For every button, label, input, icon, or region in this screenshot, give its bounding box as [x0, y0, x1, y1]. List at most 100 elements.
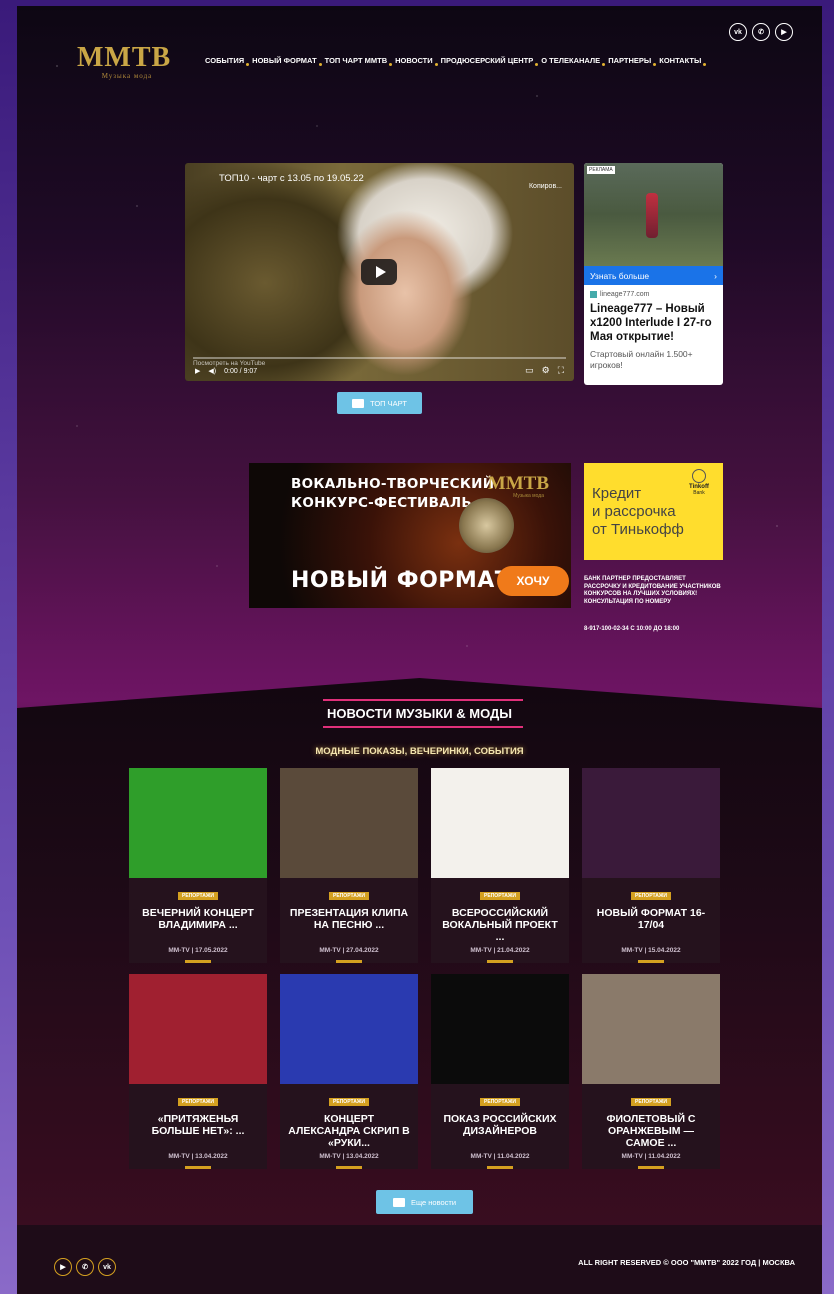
tinkoff-ad[interactable]: Tinkoff Bank Кредит и рассрочка от Тиньк…	[584, 463, 723, 560]
news-section-subtitle: МОДНЫЕ ПОКАЗЫ, ВЕЧЕРИНКИ, СОБЫТИЯ	[315, 746, 524, 757]
watch-on-youtube-link[interactable]: Посмотреть на YouTube	[193, 360, 265, 367]
vk-icon[interactable]: vk	[98, 1258, 116, 1276]
tinkoff-logo: Tinkoff Bank	[685, 469, 713, 496]
whatsapp-icon[interactable]: ✆	[752, 23, 770, 41]
ad-description: Стартовый онлайн 1.500+ игроков!	[590, 349, 693, 370]
news-card-tag[interactable]: РЕПОРТАЖИ	[329, 1098, 369, 1106]
news-card-tag[interactable]: РЕПОРТАЖИ	[480, 1098, 520, 1106]
fullscreen-icon[interactable]: ⛶	[558, 365, 564, 376]
news-card-tag[interactable]: РЕПОРТАЖИ	[631, 892, 671, 900]
news-card-title[interactable]: «ПРИТЯЖЕНЬЯ БОЛЬШЕ НЕТ»: ...	[129, 1106, 267, 1150]
news-card-meta: MM-TV | 13.04.2022	[319, 1153, 379, 1160]
news-card-title[interactable]: ФИОЛЕТОВЫЙ С ОРАНЖЕВЫМ — САМОЕ ...	[582, 1106, 720, 1150]
more-news-label: Еще новости	[410, 1197, 457, 1207]
lineage-ad[interactable]: РЕКЛАМА Узнать больше › lineage777.com L…	[584, 163, 723, 385]
news-card-title[interactable]: ПОКАЗ РОССИЙСКИХ ДИЗАЙНЕРОВ	[431, 1106, 569, 1150]
video-time: 0:00 / 9:07	[224, 367, 258, 375]
news-card-image[interactable]	[431, 974, 569, 1084]
banner-heading: ВОКАЛЬНО-ТВОРЧЕСКИЙ КОНКУРС-ФЕСТИВАЛЬ	[291, 475, 494, 513]
nav-item-events[interactable]: СОБЫТИЯ	[201, 56, 250, 66]
ad-title[interactable]: Lineage777 – Новый x1200 Interlude I 27-…	[584, 300, 723, 346]
ad-character	[646, 193, 658, 238]
vk-icon[interactable]: vk	[729, 23, 747, 41]
news-card-title[interactable]: ВЕЧЕРНИЙ КОНЦЕРТ ВЛАДИМИРА ...	[129, 900, 267, 944]
news-card-image[interactable]	[129, 768, 267, 878]
ad-learn-more-label: Узнать больше	[590, 270, 650, 281]
site-logo[interactable]: MMTB Музыка мода	[77, 42, 177, 81]
video-controls-right: ▭ ⚙ ⛶	[525, 365, 564, 376]
news-title-top-line	[323, 699, 523, 701]
tinkoff-logo-sub: Bank	[693, 490, 705, 496]
nav-item-about[interactable]: О ТЕЛЕКАНАЛЕ	[537, 56, 606, 66]
video-player[interactable]: ТОП10 - чарт с 13.05 по 19.05.22 Копиров…	[185, 163, 574, 381]
video-progress-bar[interactable]	[193, 357, 566, 359]
ad-badge: РЕКЛАМА	[587, 166, 615, 174]
tinkoff-text-3: от Тинькофф	[592, 521, 684, 538]
news-card-underline	[487, 1166, 513, 1169]
top-chart-button[interactable]: ТОП ЧАРТ	[337, 392, 422, 414]
news-card[interactable]: РЕПОРТАЖИ «ПРИТЯЖЕНЬЯ БОЛЬШЕ НЕТ»: ... MM-…	[129, 974, 267, 1169]
logo-subtext: Музыка мода	[101, 72, 153, 80]
news-card-image[interactable]	[280, 768, 418, 878]
news-card-title[interactable]: ВСЕРОССИЙСКИЙ ВОКАЛЬНЫЙ ПРОЕКТ ...	[431, 900, 569, 944]
play-icon[interactable]	[361, 259, 397, 285]
ad-image[interactable]: РЕКЛАМА	[584, 163, 723, 266]
ad-learn-more-button[interactable]: Узнать больше ›	[584, 266, 723, 285]
news-card-image[interactable]	[582, 768, 720, 878]
news-card-image[interactable]	[431, 768, 569, 878]
news-card-title[interactable]: НОВЫЙ ФОРМАТ 16-17/04	[582, 900, 720, 944]
play-control-icon[interactable]: ▶	[195, 367, 200, 375]
news-card-tag[interactable]: РЕПОРТАЖИ	[631, 1098, 671, 1106]
more-news-button[interactable]: Еще новости	[376, 1190, 473, 1214]
news-card-tag[interactable]: РЕПОРТАЖИ	[178, 1098, 218, 1106]
header-social-links: vk ✆ ▶	[729, 23, 793, 41]
video-title[interactable]: ТОП10 - чарт с 13.05 по 19.05.22	[219, 173, 364, 184]
news-section-title: НОВОСТИ МУЗЫКИ & МОДЫ	[326, 706, 513, 721]
news-title-bottom-line	[323, 726, 523, 728]
copyright-text: ALL RIGHT RESERVED © ООО "ММТВ" 2022 ГОД…	[578, 1258, 795, 1267]
news-card[interactable]: РЕПОРТАЖИ ФИОЛЕТОВЫЙ С ОРАНЖЕВЫМ — САМОЕ …	[582, 974, 720, 1169]
copy-link-button[interactable]: Копиров...	[529, 183, 562, 190]
nav-item-contacts[interactable]: КОНТАКТЫ	[655, 56, 707, 66]
subtitles-icon[interactable]: ▭	[525, 365, 534, 376]
nav-item-producer-center[interactable]: ПРОДЮСЕРСКИЙ ЦЕНТР	[437, 56, 538, 66]
youtube-icon[interactable]: ▶	[775, 23, 793, 41]
news-card-image[interactable]	[129, 974, 267, 1084]
volume-icon[interactable]: ◀)	[208, 367, 216, 375]
nav-item-partners[interactable]: ПАРТНЕРЫ	[604, 56, 657, 66]
news-card[interactable]: РЕПОРТАЖИ ПРЕЗЕНТАЦИЯ КЛИПА НА ПЕСНЮ ... M…	[280, 768, 418, 963]
news-card-meta: MM-TV | 27.04.2022	[319, 947, 379, 954]
bank-partner-text: БАНК ПАРТНЕР ПРЕДОСТАВЛЯЕТ РАССРОЧКУ И К…	[584, 576, 721, 605]
want-button[interactable]: ХОЧУ	[497, 566, 569, 596]
news-card[interactable]: РЕПОРТАЖИ НОВЫЙ ФОРМАТ 16-17/04 MM-TV | 15…	[582, 768, 720, 963]
nav-item-top-chart[interactable]: ТОП ЧАРТ ММТВ	[321, 56, 393, 66]
news-card-title[interactable]: КОНЦЕРТ АЛЕКСАНДРА СКРИП В «РУКИ...	[280, 1106, 418, 1150]
footer-social-links: ▶ ✆ vk	[54, 1258, 116, 1276]
logo-text: MMTB	[77, 42, 172, 73]
news-card-meta: MM-TV | 21.04.2022	[470, 947, 530, 954]
top-chart-label: ТОП ЧАРТ	[370, 398, 407, 408]
whatsapp-icon[interactable]: ✆	[76, 1258, 94, 1276]
news-card[interactable]: РЕПОРТАЖИ ВЕЧЕРНИЙ КОНЦЕРТ ВЛАДИМИРА ... M…	[129, 768, 267, 963]
new-format-banner[interactable]: ВОКАЛЬНО-ТВОРЧЕСКИЙ КОНКУРС-ФЕСТИВАЛЬ MM…	[249, 463, 571, 608]
news-card-title[interactable]: ПРЕЗЕНТАЦИЯ КЛИПА НА ПЕСНЮ ...	[280, 900, 418, 944]
youtube-icon[interactable]: ▶	[54, 1258, 72, 1276]
banner-format-title: НОВЫЙ ФОРМАТ	[291, 568, 511, 593]
list-icon	[352, 398, 365, 408]
bank-phone: 8-917-100-02-34 С 10:00 ДО 18:00	[584, 626, 680, 632]
news-card[interactable]: РЕПОРТАЖИ КОНЦЕРТ АЛЕКСАНДРА СКРИП В «РУК…	[280, 974, 418, 1169]
microphone-icon	[459, 498, 514, 553]
news-card-tag[interactable]: РЕПОРТАЖИ	[329, 892, 369, 900]
news-card-tag[interactable]: РЕПОРТАЖИ	[480, 892, 520, 900]
news-card-image[interactable]	[582, 974, 720, 1084]
tinkoff-emblem-icon	[692, 469, 706, 483]
nav-item-new-format[interactable]: НОВЫЙ ФОРМАТ	[248, 56, 322, 66]
news-card[interactable]: РЕПОРТАЖИ ПОКАЗ РОССИЙСКИХ ДИЗАЙНЕРОВ MM-T…	[431, 974, 569, 1169]
video-controls-left: ▶ ◀) 0:00 / 9:07	[195, 367, 258, 376]
news-card-underline	[185, 960, 211, 963]
news-card-image[interactable]	[280, 974, 418, 1084]
nav-item-news[interactable]: НОВОСТИ	[391, 56, 438, 66]
settings-gear-icon[interactable]: ⚙	[542, 365, 550, 376]
news-card[interactable]: РЕПОРТАЖИ ВСЕРОССИЙСКИЙ ВОКАЛЬНЫЙ ПРОЕКТ …	[431, 768, 569, 963]
news-card-tag[interactable]: РЕПОРТАЖИ	[178, 892, 218, 900]
